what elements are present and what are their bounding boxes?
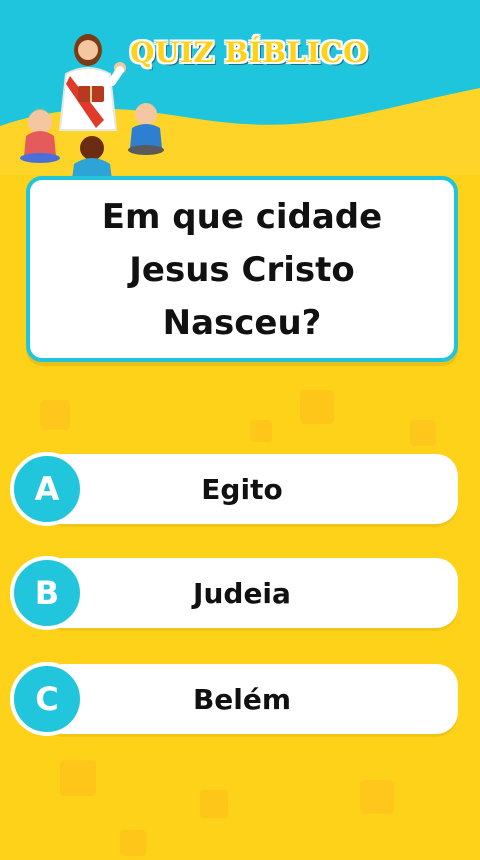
answer-option-c[interactable]: C Belém [10, 662, 458, 738]
quiz-title: QUIZ BÍBLICO [130, 36, 368, 69]
answer-letter-badge[interactable]: B [10, 556, 84, 630]
answer-label[interactable]: Judeia [84, 558, 400, 628]
question-card: Em que cidade Jesus Cristo Nasceu? [26, 176, 458, 362]
answer-letter-badge[interactable]: A [10, 452, 84, 526]
answer-option-a[interactable]: A Egito [10, 452, 458, 528]
answer-label[interactable]: Belém [84, 664, 400, 734]
question-text: Em que cidade Jesus Cristo Nasceu? [101, 196, 383, 343]
answer-option-b[interactable]: B Judeia [10, 556, 458, 632]
answer-letter-badge[interactable]: C [10, 662, 84, 736]
answer-label[interactable]: Egito [84, 454, 400, 524]
